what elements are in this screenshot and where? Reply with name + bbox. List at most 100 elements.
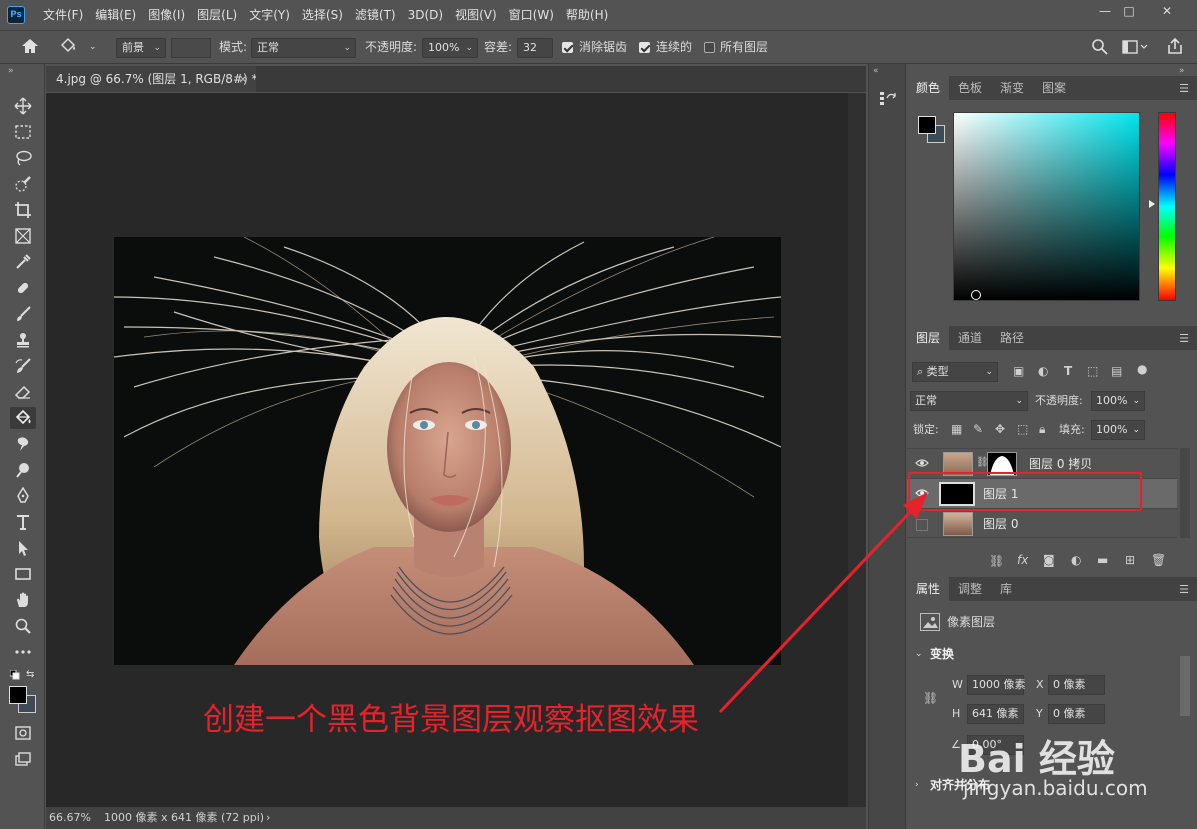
color-picker-handle[interactable] (971, 290, 981, 300)
pattern-picker[interactable] (171, 38, 211, 58)
fill-source-dropdown[interactable]: 前景 ⌄ (116, 38, 166, 58)
brush-tool-icon[interactable] (10, 303, 36, 325)
menu-select[interactable]: 选择(S) (296, 0, 349, 30)
menu-help[interactable]: 帮助(H) (560, 0, 614, 30)
close-window-button[interactable]: ✕ (1150, 0, 1184, 22)
add-mask-icon[interactable]: ◙ (1043, 553, 1055, 567)
layer-opacity-field[interactable]: 100% ⌄ (1091, 391, 1145, 411)
all-layers-checkbox[interactable] (704, 42, 715, 53)
document-image[interactable] (114, 237, 781, 665)
menu-layer[interactable]: 图层(L) (191, 0, 243, 30)
blend-mode-dropdown[interactable]: 正常 ⌄ (910, 391, 1028, 411)
delete-layer-icon[interactable]: 🗑︎ (1151, 553, 1166, 567)
height-field[interactable]: 641 像素 (967, 704, 1024, 724)
menu-image[interactable]: 图像(I) (142, 0, 191, 30)
status-menu-arrow[interactable]: › (266, 807, 270, 829)
y-field[interactable]: 0 像素 (1048, 704, 1105, 724)
eraser-tool-icon[interactable] (10, 381, 36, 403)
tab-color[interactable]: 颜色 (907, 76, 950, 100)
dodge-tool-icon[interactable] (10, 459, 36, 481)
hue-slider[interactable] (1158, 112, 1176, 301)
healing-brush-tool-icon[interactable] (10, 277, 36, 299)
tab-paths[interactable]: 路径 (991, 326, 1033, 350)
tab-adjustments[interactable]: 调整 (949, 577, 991, 601)
hue-slider-handle[interactable] (1149, 200, 1155, 208)
smart-object-filter-icon[interactable]: ▤ (1111, 364, 1122, 378)
tab-layers[interactable]: 图层 (907, 326, 950, 350)
layer-filter-dropdown[interactable]: ⌕ 类型 ⌄ (912, 362, 998, 382)
panel-menu-icon[interactable]: ☰ (1179, 82, 1189, 95)
quick-selection-tool-icon[interactable] (10, 173, 36, 195)
tolerance-field[interactable]: 32 (517, 38, 553, 58)
layers-scrollbar[interactable] (1180, 448, 1190, 538)
hand-tool-icon[interactable] (10, 589, 36, 611)
tab-gradients[interactable]: 渐变 (991, 76, 1033, 100)
opacity-field[interactable]: 100% ⌄ (422, 38, 478, 58)
clone-stamp-tool-icon[interactable] (10, 329, 36, 351)
app-logo[interactable]: Ps (7, 6, 25, 24)
rectangle-tool-icon[interactable] (10, 563, 36, 585)
adjustment-layer-icon[interactable]: ◐ (1071, 553, 1081, 567)
expand-dock-icon[interactable]: « (873, 66, 879, 76)
lock-transparent-icon[interactable]: ▦ (951, 422, 962, 436)
lasso-tool-icon[interactable] (10, 147, 36, 169)
menu-type[interactable]: 文字(Y) (243, 0, 296, 30)
crop-tool-icon[interactable] (10, 199, 36, 221)
paint-bucket-tool-icon[interactable] (10, 407, 36, 429)
adjustment-filter-icon[interactable]: ◐ (1038, 364, 1048, 378)
foreground-color-chip[interactable] (918, 116, 936, 134)
link-layers-icon[interactable]: ⛓ (989, 554, 1004, 568)
tab-libraries[interactable]: 库 (991, 577, 1021, 601)
color-field[interactable] (953, 112, 1140, 301)
more-tools-icon[interactable] (10, 641, 36, 663)
marquee-tool-icon[interactable] (10, 121, 36, 143)
new-group-icon[interactable]: ▬ (1097, 553, 1108, 567)
history-brush-tool-icon[interactable] (10, 355, 36, 377)
chevron-right-icon[interactable]: › (915, 775, 919, 795)
lock-all-icon[interactable]: 🔒︎ (1039, 422, 1045, 437)
home-icon[interactable] (20, 37, 40, 55)
menu-edit[interactable]: 编辑(E) (89, 0, 142, 30)
type-filter-icon[interactable]: T (1064, 364, 1072, 378)
foreground-color-swatch[interactable] (9, 686, 27, 704)
frame-tool-icon[interactable] (10, 225, 36, 247)
shape-filter-icon[interactable]: ⬚ (1087, 364, 1098, 378)
menu-filter[interactable]: 滤镜(T) (349, 0, 402, 30)
tab-swatches[interactable]: 色板 (949, 76, 991, 100)
tab-patterns[interactable]: 图案 (1033, 76, 1075, 100)
pixel-filter-icon[interactable]: ▣ (1013, 364, 1024, 378)
pen-tool-icon[interactable] (10, 485, 36, 507)
search-icon[interactable] (1091, 38, 1109, 56)
screen-mode-icon[interactable] (10, 748, 36, 770)
preset-chevron-icon[interactable]: ⌄ (89, 37, 97, 57)
panel-menu-icon[interactable]: ☰ (1179, 583, 1189, 596)
lock-image-icon[interactable]: ✎ (973, 422, 983, 436)
width-field[interactable]: 1000 像素 (967, 675, 1026, 695)
mode-dropdown[interactable]: 正常 ⌄ (251, 38, 356, 58)
properties-scrollbar[interactable] (1180, 656, 1190, 716)
paint-bucket-preset-icon[interactable] (58, 36, 80, 56)
swap-colors-icon[interactable]: ⇆ (26, 669, 34, 680)
tab-channels[interactable]: 通道 (949, 326, 991, 350)
fill-field[interactable]: 100% ⌄ (1091, 420, 1145, 440)
blur-tool-icon[interactable] (10, 433, 36, 455)
zoom-level[interactable]: 66.67% (49, 807, 91, 829)
zoom-tool-icon[interactable] (10, 615, 36, 637)
menu-3d[interactable]: 3D(D) (402, 0, 449, 30)
fx-icon[interactable]: fx (1017, 553, 1028, 567)
type-tool-icon[interactable] (10, 511, 36, 533)
history-panel-icon[interactable] (878, 89, 898, 109)
quick-mask-icon[interactable] (10, 722, 36, 744)
move-tool-icon[interactable] (10, 95, 36, 117)
restore-button[interactable]: □ (1112, 0, 1146, 22)
lock-position-icon[interactable]: ✥ (995, 422, 1005, 436)
x-field[interactable]: 0 像素 (1048, 675, 1105, 695)
menu-view[interactable]: 视图(V) (449, 0, 503, 30)
lock-artboard-icon[interactable]: ⬚ (1017, 422, 1028, 436)
document-tab[interactable]: 4.jpg @ 66.7% (图层 1, RGB/8#) * × (46, 66, 257, 92)
new-layer-icon[interactable]: ⊞ (1125, 553, 1135, 567)
collapse-icon[interactable]: » (8, 66, 14, 76)
panel-menu-icon[interactable]: ☰ (1179, 332, 1189, 345)
filter-toggle-icon[interactable]: ● (1137, 362, 1147, 376)
eye-icon[interactable] (915, 458, 929, 468)
